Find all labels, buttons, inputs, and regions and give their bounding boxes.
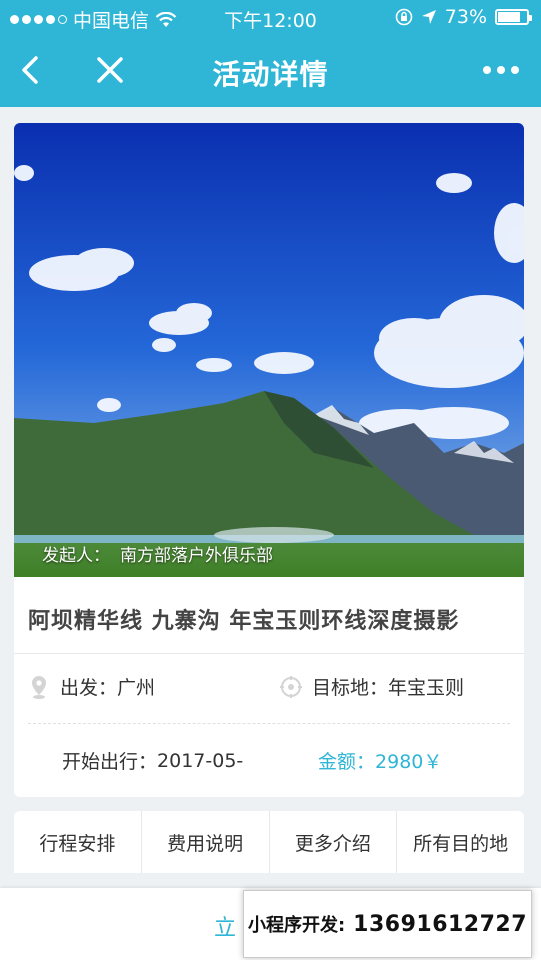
- location-pin-icon: [32, 675, 46, 699]
- start-date-value: 2017-05-: [157, 749, 244, 772]
- event-card: 发起人： 南方部落户外俱乐部 阿坝精华线 九寨沟 年宝玉则环线深度摄影 出发： …: [14, 123, 524, 797]
- tab-itinerary[interactable]: 行程安排: [14, 811, 142, 873]
- price-value: 2980￥: [375, 751, 443, 773]
- departure-label: 出发：: [60, 677, 118, 699]
- page-title: 活动详情: [212, 58, 329, 91]
- top-bar: 中国电信 下午12:00 73% 活动详情: [0, 0, 541, 107]
- nav-bar: 活动详情: [0, 36, 541, 107]
- watermark-phone: 13691612727: [353, 911, 528, 937]
- organizer-name[interactable]: 南方部落户外俱乐部: [120, 541, 273, 566]
- departure-row: 出发： 广州: [28, 673, 155, 700]
- price-label: 金额：: [318, 751, 376, 773]
- destination-row: 目标地： 年宝玉则: [280, 673, 464, 700]
- price-row: 金额： 2980￥: [318, 747, 442, 774]
- organizer-line: 发起人： 南方部落户外俱乐部: [42, 541, 273, 566]
- target-icon: [280, 675, 302, 698]
- departure-value: 广州: [117, 677, 156, 699]
- watermark-overlay: 小程序开发: 13691612727: [243, 890, 532, 958]
- start-date-row: 开始出行： 2017-05-: [62, 747, 243, 774]
- detail-tabs: 行程安排 费用说明 更多介绍 所有目的地: [14, 811, 524, 873]
- start-date-label: 开始出行：: [62, 751, 158, 773]
- tab-more-info[interactable]: 更多介绍: [270, 811, 398, 873]
- location-arrow-icon: [421, 10, 436, 24]
- mountain-landscape: [14, 123, 524, 577]
- tab-all-destinations[interactable]: 所有目的地: [397, 811, 524, 873]
- destination-value: 年宝玉则: [388, 677, 465, 699]
- more-icon[interactable]: [481, 58, 521, 82]
- rotation-lock-icon: [395, 8, 413, 26]
- status-bar: 中国电信 下午12:00 73%: [0, 0, 541, 36]
- join-button[interactable]: 立: [214, 910, 236, 942]
- watermark-label: 小程序开发:: [247, 915, 346, 936]
- title-divider: [14, 653, 524, 654]
- event-title: 阿坝精华线 九寨沟 年宝玉则环线深度摄影: [28, 609, 460, 634]
- info-divider: [28, 723, 510, 724]
- destination-label: 目标地：: [312, 677, 389, 699]
- battery-percent: 73%: [444, 6, 487, 28]
- event-cover-image: 发起人： 南方部落户外俱乐部: [14, 123, 524, 577]
- status-right: 73%: [395, 6, 532, 28]
- tab-fees[interactable]: 费用说明: [142, 811, 270, 873]
- organizer-label: 发起人：: [42, 546, 110, 566]
- battery-icon: [495, 9, 532, 25]
